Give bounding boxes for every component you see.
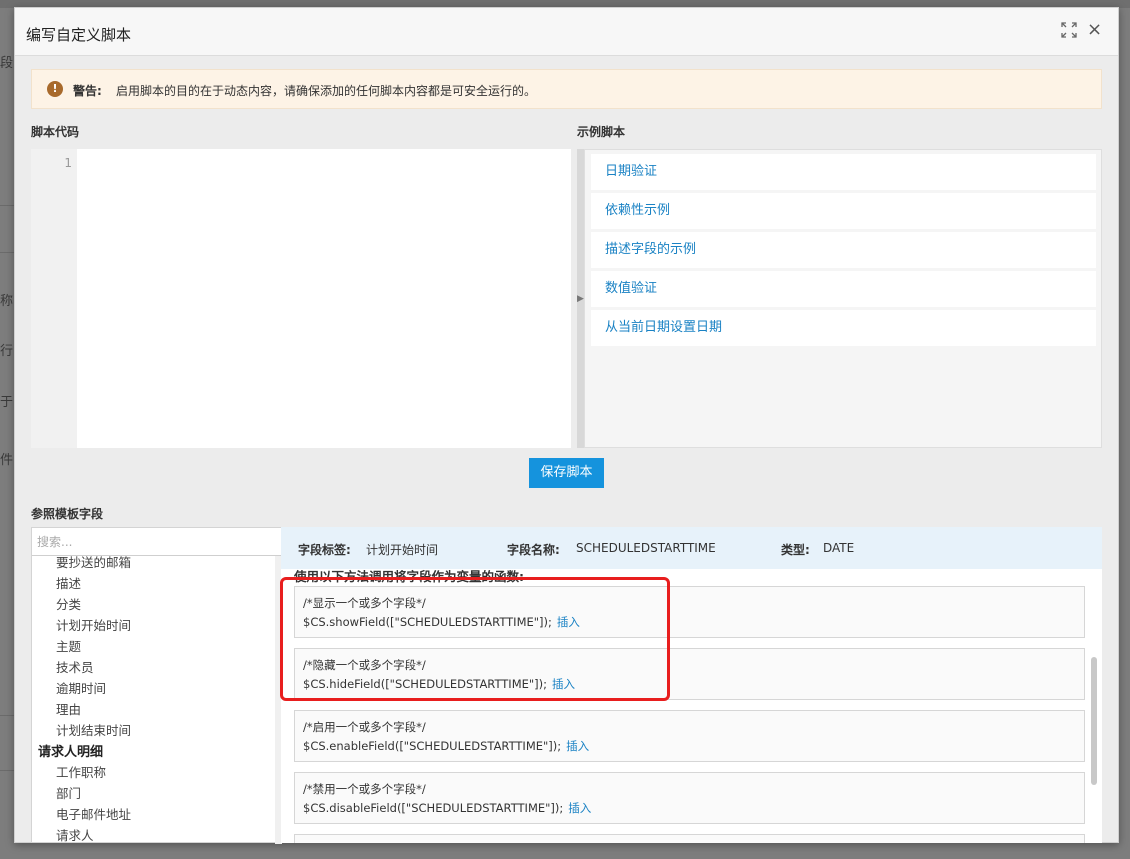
- field-group-header: 请求人明细: [38, 745, 104, 760]
- method-comment: /*禁用一个或多个字段*/: [303, 782, 426, 796]
- method-snippet: /*显示一个或多个字段*/ $CS.showField(["SCHEDULEDS…: [294, 586, 1085, 638]
- method-comment: /*显示一个或多个字段*/: [303, 596, 426, 610]
- field-name-key: 字段名称:: [507, 543, 560, 557]
- background-text: 件: [0, 453, 14, 468]
- methods-panel: 使用以下方法调用将字段作为变量的函数: /*显示一个或多个字段*/ $CS.sh…: [281, 569, 1102, 843]
- expand-icon[interactable]: [1061, 22, 1077, 38]
- method-comment: /*隐藏一个或多个字段*/: [303, 658, 426, 672]
- list-item[interactable]: 部门: [56, 783, 81, 802]
- dialog-title: 编写自定义脚本: [26, 26, 132, 44]
- method-code: $CS.showField(["SCHEDULEDSTARTTIME"]); 插入: [303, 615, 580, 629]
- field-info-bar: 字段标签: 计划开始时间 字段名称: SCHEDULEDSTARTTIME 类型…: [281, 527, 1102, 569]
- list-item[interactable]: 技术员: [56, 657, 94, 676]
- warning-alert: ! 警告: 启用脚本的目的在于动态内容，请确保添加的任何脚本内容都是可安全运行的…: [31, 69, 1102, 109]
- method-comment: /*启用一个或多个字段*/: [303, 720, 426, 734]
- method-code: $CS.hideField(["SCHEDULEDSTARTTIME"]); 插入: [303, 677, 576, 691]
- field-type-value: DATE: [823, 541, 855, 555]
- line-number: 1: [64, 156, 72, 170]
- list-item[interactable]: 主题: [56, 636, 81, 655]
- pane-splitter[interactable]: ▶: [577, 149, 584, 448]
- insert-link[interactable]: 插入: [557, 615, 580, 629]
- insert-link[interactable]: 插入: [566, 739, 589, 753]
- list-item[interactable]: 理由: [56, 699, 81, 718]
- warning-icon: !: [47, 81, 63, 97]
- field-label-key: 字段标签:: [298, 543, 351, 557]
- code-input-area[interactable]: [77, 149, 571, 448]
- list-item[interactable]: 逾期时间: [56, 678, 106, 697]
- method-snippet: [294, 834, 1085, 843]
- example-item[interactable]: 日期验证: [591, 154, 1096, 190]
- scrollbar-thumb[interactable]: [1091, 657, 1097, 785]
- custom-script-dialog: 编写自定义脚本 × ! 警告: 启用脚本的目的在于动态内容，请确保添加的任何脚本…: [14, 7, 1119, 844]
- field-label-value: 计划开始时间: [366, 543, 439, 557]
- method-code: $CS.enableField(["SCHEDULEDSTARTTIME"]);…: [303, 739, 590, 753]
- method-snippet: /*隐藏一个或多个字段*/ $CS.hideField(["SCHEDULEDS…: [294, 648, 1085, 700]
- template-fields-panel: 要抄送的邮箱 描述 分类 计划开始时间 主题 技术员 逾期时间 理由 计划结束时…: [31, 527, 283, 844]
- example-item[interactable]: 描述字段的示例: [591, 232, 1096, 268]
- methods-scrollbar[interactable]: [1090, 569, 1098, 843]
- dialog-header: 编写自定义脚本 ×: [15, 8, 1118, 56]
- list-item[interactable]: 要抄送的邮箱: [56, 556, 131, 571]
- template-fields-label: 参照模板字段: [31, 507, 104, 521]
- background-text: 称: [0, 294, 14, 309]
- example-item[interactable]: 从当前日期设置日期: [591, 310, 1096, 346]
- insert-link[interactable]: 插入: [552, 677, 575, 691]
- example-scripts-list: 日期验证 依赖性示例 描述字段的示例 数值验证 从当前日期设置日期: [584, 149, 1102, 448]
- close-icon[interactable]: ×: [1087, 19, 1102, 40]
- methods-title: 使用以下方法调用将字段作为变量的函数:: [294, 569, 524, 584]
- background-text: 段: [0, 56, 14, 71]
- list-item[interactable]: 计划开始时间: [56, 615, 131, 634]
- list-item[interactable]: 分类: [56, 594, 81, 613]
- chevron-right-icon[interactable]: ▶: [577, 294, 584, 304]
- example-item[interactable]: 数值验证: [591, 271, 1096, 307]
- example-scripts-label: 示例脚本: [577, 125, 626, 139]
- field-type-key: 类型:: [781, 543, 810, 557]
- field-list: 要抄送的邮箱 描述 分类 计划开始时间 主题 技术员 逾期时间 理由 计划结束时…: [32, 556, 276, 844]
- example-item[interactable]: 依赖性示例: [591, 193, 1096, 229]
- search-input[interactable]: [32, 528, 282, 556]
- script-code-editor[interactable]: 1: [31, 149, 571, 448]
- insert-link[interactable]: 插入: [568, 801, 591, 815]
- list-item[interactable]: 电子邮件地址: [56, 804, 131, 823]
- script-code-label: 脚本代码: [31, 125, 80, 139]
- method-snippet: /*禁用一个或多个字段*/ $CS.disableField(["SCHEDUL…: [294, 772, 1085, 824]
- list-item[interactable]: 工作职称: [56, 762, 106, 781]
- list-item[interactable]: 计划结束时间: [56, 720, 131, 739]
- background-text: 于: [0, 395, 14, 410]
- field-name-value: SCHEDULEDSTARTTIME: [576, 541, 716, 555]
- background-text: 行: [0, 344, 14, 359]
- method-code: $CS.disableField(["SCHEDULEDSTARTTIME"])…: [303, 801, 592, 815]
- alert-text: 启用脚本的目的在于动态内容，请确保添加的任何脚本内容都是可安全运行的。: [116, 84, 537, 98]
- save-script-button[interactable]: 保存脚本: [529, 458, 604, 488]
- list-item[interactable]: 请求人: [56, 825, 94, 844]
- alert-label: 警告:: [73, 84, 102, 98]
- method-snippet: /*启用一个或多个字段*/ $CS.enableField(["SCHEDULE…: [294, 710, 1085, 762]
- list-item[interactable]: 描述: [56, 573, 81, 592]
- line-gutter: 1: [31, 149, 77, 448]
